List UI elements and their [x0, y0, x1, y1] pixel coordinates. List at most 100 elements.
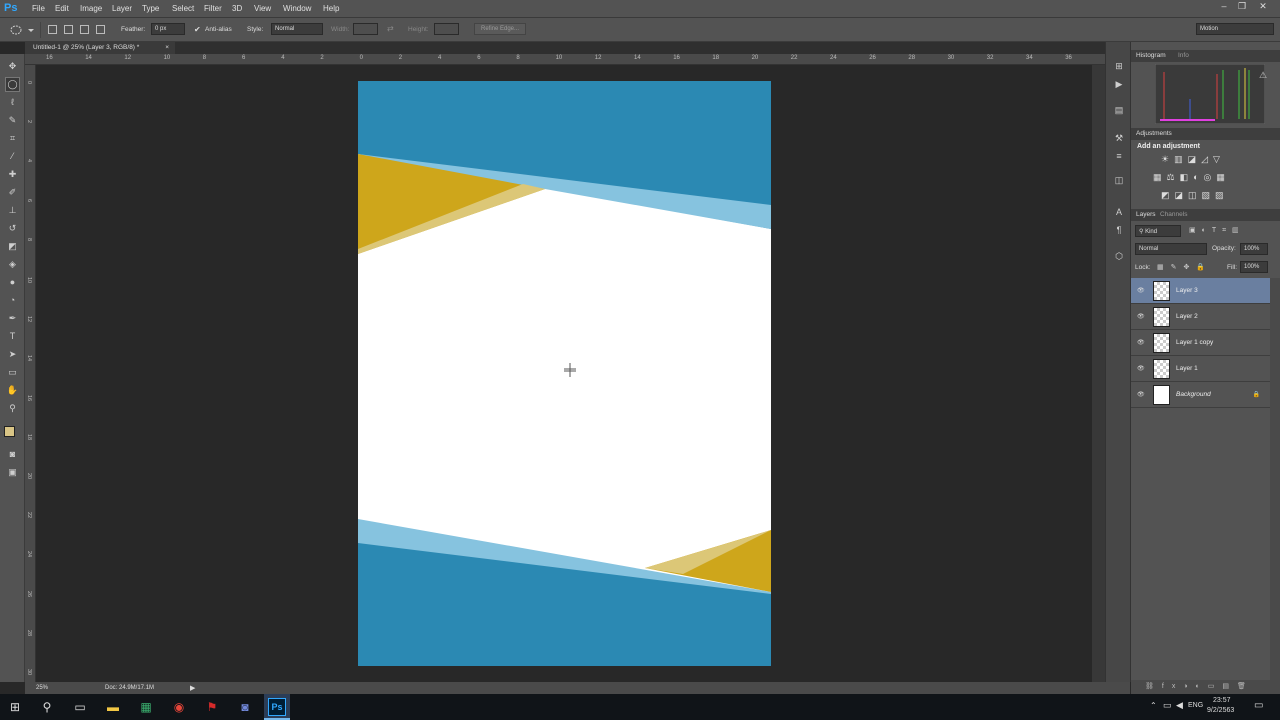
- visibility-eye-icon[interactable]: 👁: [1137, 313, 1145, 320]
- vertical-scrollbar[interactable]: [1092, 65, 1105, 682]
- zoom-level[interactable]: 25%: [36, 685, 48, 691]
- adjustment-icons-row-2[interactable]: ▦⚖◧◐◎▦: [1153, 172, 1230, 183]
- restore-icon[interactable]: ❐: [1234, 1, 1250, 13]
- bucket-tool-icon[interactable]: ◈: [6, 258, 19, 271]
- tab-histogram[interactable]: Histogram: [1136, 52, 1166, 59]
- minimize-icon[interactable]: –: [1216, 1, 1232, 13]
- file-explorer-icon[interactable]: ▬: [104, 698, 122, 716]
- adjustment-icons-row-1[interactable]: ☀▥◪◿▽: [1161, 154, 1225, 165]
- pen-tool-icon[interactable]: ✒: [6, 312, 19, 325]
- layer-row[interactable]: 👁 Layer 3: [1131, 278, 1270, 304]
- horizontal-scrollbar[interactable]: [95, 683, 1155, 693]
- timeline-panel-icon[interactable]: ▤: [1113, 104, 1125, 116]
- search-icon[interactable]: ⚲: [38, 698, 56, 716]
- windows-start-icon[interactable]: ⊞: [6, 698, 24, 716]
- height-input[interactable]: [434, 23, 459, 35]
- zoom-tool-icon[interactable]: ⚲: [6, 402, 19, 415]
- dodge-tool-icon[interactable]: ◔: [6, 294, 19, 307]
- elliptical-marquee-icon[interactable]: [8, 23, 34, 37]
- swap-icon[interactable]: ⇄: [387, 24, 394, 33]
- opacity-input[interactable]: 100%: [1240, 243, 1268, 255]
- eraser-tool-icon[interactable]: ◩: [6, 240, 19, 253]
- quick-mask-icon[interactable]: ◙: [6, 448, 19, 461]
- store-icon[interactable]: ▦: [137, 698, 155, 716]
- network-icon[interactable]: ▭: [1163, 700, 1172, 711]
- crop-tool-icon[interactable]: ⌗: [6, 132, 19, 145]
- layer-row[interactable]: 👁 Layer 2: [1131, 304, 1270, 330]
- character-panel-icon[interactable]: A: [1113, 206, 1125, 218]
- 3d-panel-icon[interactable]: ⬡: [1113, 250, 1125, 262]
- subtract-selection-icon[interactable]: [80, 25, 89, 34]
- visibility-eye-icon[interactable]: 👁: [1137, 287, 1145, 294]
- add-selection-icon[interactable]: [64, 25, 73, 34]
- move-tool-icon[interactable]: ✥: [6, 60, 19, 73]
- layers-scrollbar[interactable]: [1270, 278, 1280, 698]
- visibility-eye-icon[interactable]: 👁: [1137, 339, 1145, 346]
- style-select[interactable]: Normal: [271, 23, 323, 35]
- path-select-tool-icon[interactable]: ➤: [6, 348, 19, 361]
- clock-date[interactable]: 9/2/2563: [1207, 707, 1234, 714]
- chrome-icon[interactable]: ◉: [170, 698, 188, 716]
- lasso-tool-icon[interactable]: ℓ: [6, 96, 19, 109]
- menu-select[interactable]: Select: [172, 4, 194, 13]
- lock-icons[interactable]: ▦✎✥🔒: [1157, 263, 1212, 271]
- menu-layer[interactable]: Layer: [112, 4, 132, 13]
- visibility-eye-icon[interactable]: 👁: [1137, 391, 1145, 398]
- blend-mode-select[interactable]: Normal: [1135, 243, 1207, 255]
- discord-icon[interactable]: ◙: [236, 698, 254, 716]
- menu-file[interactable]: File: [32, 4, 45, 13]
- menu-view[interactable]: View: [254, 4, 271, 13]
- type-tool-icon[interactable]: T: [6, 330, 19, 343]
- styles-panel-icon[interactable]: ◫: [1113, 174, 1125, 186]
- antialias-checkbox-icon[interactable]: ✔: [194, 25, 201, 34]
- close-tab-icon[interactable]: ×: [165, 44, 169, 51]
- actions-panel-icon[interactable]: ▶: [1113, 78, 1125, 90]
- blur-tool-icon[interactable]: ●: [6, 276, 19, 289]
- layer-filter-icons[interactable]: ▣◐T⌗▥: [1189, 226, 1245, 235]
- volume-icon[interactable]: ◀: [1176, 700, 1183, 711]
- foreground-color-swatch[interactable]: [4, 426, 15, 437]
- document-tab[interactable]: Untitled-1 @ 25% (Layer 3, RGB/8) * ×: [25, 42, 175, 54]
- quick-select-tool-icon[interactable]: ✎: [6, 114, 19, 127]
- game-launcher-icon[interactable]: ⚑: [203, 698, 221, 716]
- menu-window[interactable]: Window: [283, 4, 311, 13]
- tray-up-arrow-icon[interactable]: ⌃: [1150, 701, 1157, 710]
- refine-edge-button[interactable]: Refine Edge...: [474, 23, 527, 35]
- layer-row[interactable]: 👁 Layer 1 copy: [1131, 330, 1270, 356]
- status-menu-arrow-icon[interactable]: ▶: [190, 684, 195, 692]
- layer-kind-filter[interactable]: ⚲ Kind: [1135, 225, 1181, 237]
- healing-tool-icon[interactable]: ✚: [6, 168, 19, 181]
- layer-row[interactable]: 👁 Background 🔒: [1131, 382, 1270, 408]
- menu-image[interactable]: Image: [80, 4, 102, 13]
- workspace-select[interactable]: Motion: [1196, 23, 1274, 35]
- layer-row[interactable]: 👁 Layer 1: [1131, 356, 1270, 382]
- visibility-eye-icon[interactable]: 👁: [1137, 365, 1145, 372]
- hand-tool-icon[interactable]: ✋: [6, 384, 19, 397]
- fill-input[interactable]: 100%: [1240, 261, 1268, 273]
- close-icon[interactable]: ✕: [1255, 1, 1271, 13]
- tab-info[interactable]: Info: [1178, 52, 1189, 59]
- photoshop-taskbar-icon[interactable]: Ps: [268, 698, 286, 716]
- menu-edit[interactable]: Edit: [55, 4, 69, 13]
- brush-tool-icon[interactable]: ✐: [6, 186, 19, 199]
- canvas-area[interactable]: [36, 65, 1092, 682]
- tab-adjustments[interactable]: Adjustments: [1136, 130, 1172, 137]
- menu-3d[interactable]: 3D: [232, 4, 242, 13]
- tab-layers[interactable]: Layers: [1136, 211, 1156, 218]
- tab-channels[interactable]: Channels: [1160, 211, 1187, 218]
- language-indicator[interactable]: ENG: [1188, 702, 1203, 709]
- feather-input[interactable]: 0 px: [151, 23, 185, 35]
- tool-presets-icon[interactable]: ⚒: [1113, 132, 1125, 144]
- warning-icon[interactable]: ⚠: [1259, 70, 1267, 81]
- history-brush-icon[interactable]: ↺: [6, 222, 19, 235]
- menu-help[interactable]: Help: [323, 4, 339, 13]
- clock-time[interactable]: 23:57: [1213, 697, 1231, 704]
- marquee-tool-icon[interactable]: ◯: [5, 77, 20, 92]
- notifications-icon[interactable]: ▭: [1254, 700, 1263, 711]
- menu-filter[interactable]: Filter: [204, 4, 222, 13]
- layers-footer-icons[interactable]: ⛓fx◑◐▭▤🗑: [1131, 680, 1280, 694]
- adjustment-icons-row-3[interactable]: ◩◪◫▧▨: [1161, 190, 1229, 201]
- shape-tool-icon[interactable]: ▭: [6, 366, 19, 379]
- stamp-tool-icon[interactable]: ⊥: [6, 204, 19, 217]
- task-view-icon[interactable]: ▭: [71, 698, 89, 716]
